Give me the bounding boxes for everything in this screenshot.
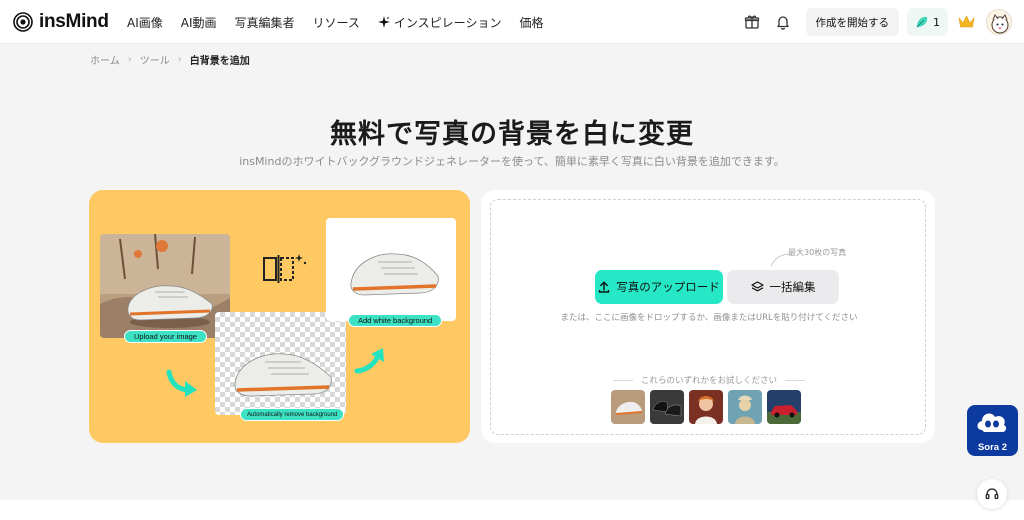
magic-transform-icon: [263, 254, 307, 283]
nav-item-resources[interactable]: リソース: [313, 14, 360, 31]
sora-cloud-icon: [977, 413, 1007, 433]
nav-item-ai-video[interactable]: AI動画: [181, 14, 217, 31]
nav-label: 写真編集者: [234, 15, 295, 30]
divider: [785, 379, 805, 381]
nav-label: リソース: [312, 15, 360, 30]
page-subtitle: insMindのホワイトバックグラウンドジェネレーターを使って、簡単に素早く写真…: [239, 155, 785, 168]
upload-photo-button[interactable]: 写真のアップロード: [595, 270, 723, 304]
upload-button-label: 写真のアップロード: [616, 280, 720, 294]
feature-illustration: Upload your image Automatically remove b…: [89, 190, 470, 443]
footer-area: [0, 500, 1024, 520]
sora-label: Sora 2: [977, 442, 1008, 453]
credits-count: 1: [933, 15, 940, 29]
headset-icon: [985, 488, 999, 500]
nav-label: AI動画: [180, 15, 217, 30]
drop-hint-text: または、ここに画像をドロップするか、画像またはURLを貼り付けてください: [560, 313, 858, 323]
credits-badge[interactable]: 1: [907, 8, 948, 36]
upload-icon: [599, 281, 610, 293]
curved-pointer-line: [770, 253, 792, 267]
try-samples-label: これらのいずれかをお試しください: [640, 376, 777, 386]
arrow-up-right-icon: [354, 348, 384, 374]
insmind-logo-icon: [13, 12, 33, 32]
top-navigation-bar: insMind AI画像 AI動画 写真編集者 リソース インスピレーション 価…: [0, 0, 1024, 44]
nav-label: AI画像: [127, 15, 163, 30]
divider: [612, 379, 633, 381]
auto-remove-background-label: Automatically remove background: [240, 408, 345, 421]
chevron-right-icon: ›: [127, 54, 132, 65]
breadcrumb-tools[interactable]: ツール: [140, 52, 170, 67]
chevron-right-icon: ›: [177, 54, 182, 65]
layers-icon: [750, 280, 764, 291]
add-white-background-label: Add white background: [348, 314, 443, 327]
nav-label: 価格: [519, 15, 544, 30]
breadcrumb: ホーム › ツール › 白背景を追加: [90, 52, 250, 67]
nav-item-photo-editor[interactable]: 写真編集者: [235, 14, 295, 31]
upload-panel: 最大30枚の写真 写真のアップロード 一括編集 または、ここに画像をドロップする…: [481, 190, 935, 443]
logo-text: insMind: [39, 11, 109, 32]
batch-button-label: 一括編集: [769, 280, 816, 294]
crown-icon[interactable]: [954, 10, 978, 34]
credit-leaf-icon: [916, 16, 928, 28]
white-background-photo: [326, 218, 456, 321]
arrow-down-right-icon: [166, 369, 197, 397]
support-button[interactable]: [977, 479, 1007, 509]
max-photos-note: 最大30枚の写真: [788, 248, 847, 257]
removed-background-photo: [215, 312, 346, 415]
gift-icon[interactable]: [744, 14, 760, 30]
breadcrumb-current: 白背景を追加: [189, 56, 250, 67]
nav-label: インスピレーション: [393, 15, 502, 30]
image-drop-zone[interactable]: 最大30枚の写真 写真のアップロード 一括編集 または、ここに画像をドロップする…: [490, 199, 926, 435]
nav-item-pricing[interactable]: 価格: [519, 14, 543, 31]
breadcrumb-home[interactable]: ホーム: [90, 52, 120, 67]
sample-images: [611, 390, 801, 424]
sample-sneakers-thumbnail[interactable]: [650, 390, 684, 424]
sample-shoe-thumbnail[interactable]: [611, 390, 645, 424]
bell-icon[interactable]: [775, 14, 791, 30]
logo[interactable]: insMind: [13, 11, 109, 33]
sora-promo-button[interactable]: Sora 2: [967, 405, 1018, 456]
page-title: 無料で写真の背景を白に変更: [330, 119, 694, 150]
user-avatar[interactable]: [986, 9, 1012, 35]
header-actions: 作成を開始する 1: [744, 0, 1012, 44]
sample-portrait-thumbnail[interactable]: [689, 390, 723, 424]
start-creating-button[interactable]: 作成を開始する: [805, 8, 899, 36]
sample-car-thumbnail[interactable]: [767, 390, 801, 424]
batch-edit-button[interactable]: 一括編集: [727, 270, 839, 304]
sample-painting-thumbnail[interactable]: [728, 390, 762, 424]
main-nav: AI画像 AI動画 写真編集者 リソース インスピレーション 価格: [127, 0, 561, 44]
original-photo: [100, 234, 230, 338]
sparkle-icon: [377, 16, 390, 28]
nav-item-inspiration[interactable]: インスピレーション: [377, 14, 502, 31]
upload-your-image-label: Upload your image: [124, 330, 207, 343]
try-samples-heading: これらのいずれかをお試しください: [491, 374, 927, 386]
nav-item-ai-image[interactable]: AI画像: [127, 14, 163, 31]
